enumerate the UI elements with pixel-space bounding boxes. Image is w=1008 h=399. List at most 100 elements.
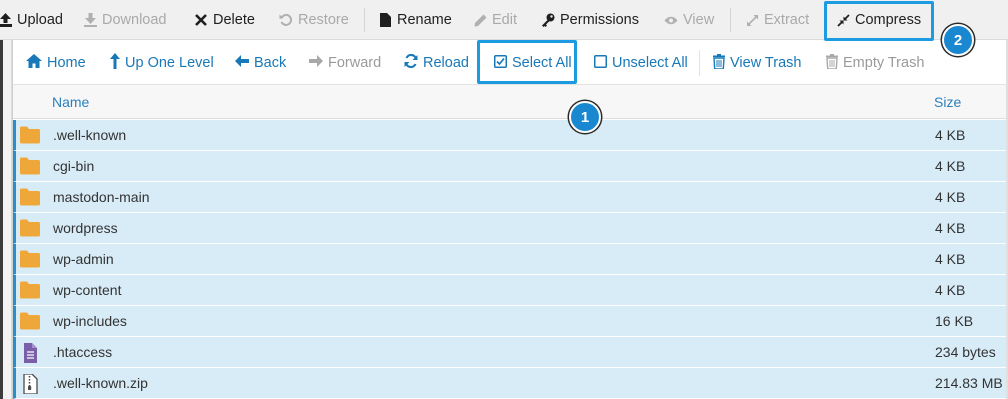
folder-icon xyxy=(19,188,41,206)
arrow-up-icon xyxy=(110,53,120,73)
delete-x-icon xyxy=(194,14,208,26)
restore-icon xyxy=(279,13,293,27)
arrow-left-icon xyxy=(235,55,249,71)
text-file-icon xyxy=(19,343,41,363)
view-label: View xyxy=(683,12,715,28)
nav-divider xyxy=(699,50,700,76)
table-row[interactable]: wordpress 4 KB xyxy=(13,213,1008,244)
file-name: .well-known.zip xyxy=(53,375,148,391)
toolbar-divider xyxy=(730,8,731,32)
table-row[interactable]: wp-admin 4 KB xyxy=(13,244,1008,275)
up-one-level-button[interactable]: Up One Level xyxy=(110,52,214,74)
file-name: wp-content xyxy=(53,282,122,298)
empty-trash-label: Empty Trash xyxy=(843,55,925,71)
view-trash-button[interactable]: View Trash xyxy=(713,52,801,74)
up-one-level-label: Up One Level xyxy=(125,55,214,71)
rename-label: Rename xyxy=(397,12,452,28)
permissions-button[interactable]: Permissions xyxy=(541,6,639,34)
table-row[interactable]: .well-known.zip 214.83 MB xyxy=(13,368,1008,399)
file-name: wp-includes xyxy=(53,313,127,329)
toolbar-divider xyxy=(364,8,365,32)
key-icon xyxy=(541,13,555,27)
home-button[interactable]: Home xyxy=(26,52,86,74)
table-row[interactable]: wp-content 4 KB xyxy=(13,275,1008,306)
file-size: 4 KB xyxy=(935,158,966,174)
upload-icon xyxy=(0,13,12,27)
step-badge-2: 2 xyxy=(942,24,974,56)
table-row[interactable]: .well-known 4 KB xyxy=(13,120,1008,151)
arrow-right-icon xyxy=(309,55,323,71)
file-table: Name Size .well-known 4 KB cgi-bin 4 KB … xyxy=(12,85,1008,399)
folder-icon xyxy=(19,126,41,144)
file-manager: Upload Download Delete Restore Rename Ed… xyxy=(0,0,1008,399)
file-name: wp-admin xyxy=(53,251,114,267)
folder-icon xyxy=(19,312,41,330)
file-size: 4 KB xyxy=(935,127,966,143)
reload-button[interactable]: Reload xyxy=(404,52,469,74)
restore-button[interactable]: Restore xyxy=(279,6,349,34)
home-label: Home xyxy=(47,55,86,71)
file-size: 4 KB xyxy=(935,282,966,298)
tree-panel-edge xyxy=(3,40,12,399)
unselect-all-label: Unselect All xyxy=(612,55,688,71)
empty-trash-button[interactable]: Empty Trash xyxy=(826,52,924,74)
table-row[interactable]: cgi-bin 4 KB xyxy=(13,151,1008,182)
zip-file-icon xyxy=(19,373,41,395)
folder-icon xyxy=(19,219,41,237)
download-label: Download xyxy=(102,12,167,28)
eye-icon xyxy=(664,15,678,26)
file-name: cgi-bin xyxy=(53,158,95,174)
rename-button[interactable]: Rename xyxy=(378,6,452,34)
back-button[interactable]: Back xyxy=(235,52,286,74)
trash-icon xyxy=(713,53,725,73)
file-name: .well-known xyxy=(53,127,127,143)
reload-label: Reload xyxy=(423,55,469,71)
table-row[interactable]: wp-includes 16 KB xyxy=(13,306,1008,337)
delete-label: Delete xyxy=(213,12,255,28)
folder-icon xyxy=(19,281,41,299)
download-button[interactable]: Download xyxy=(83,6,167,34)
table-row[interactable]: mastodon-main 4 KB xyxy=(13,182,1008,213)
file-size: 4 KB xyxy=(935,189,966,205)
extract-label: Extract xyxy=(764,12,810,28)
file-icon xyxy=(378,13,392,27)
edit-button[interactable]: Edit xyxy=(473,6,517,34)
table-header: Name Size xyxy=(13,85,1008,119)
home-icon xyxy=(26,54,42,72)
table-row[interactable]: .htaccess 234 bytes xyxy=(13,337,1008,368)
restore-label: Restore xyxy=(298,12,349,28)
file-name: mastodon-main xyxy=(53,189,150,205)
delete-button[interactable]: Delete xyxy=(194,6,255,34)
file-size: 4 KB xyxy=(935,251,966,267)
file-size: 214.83 MB xyxy=(935,375,1003,391)
forward-label: Forward xyxy=(328,55,382,71)
step-badge-1: 1 xyxy=(569,101,601,133)
select-all-highlight xyxy=(477,40,577,84)
expand-icon xyxy=(745,14,759,27)
column-header-size[interactable]: Size xyxy=(934,94,961,110)
back-label: Back xyxy=(254,55,287,71)
upload-button[interactable]: Upload xyxy=(0,6,63,34)
folder-icon xyxy=(19,250,41,268)
file-name: .htaccess xyxy=(53,344,113,360)
column-header-name[interactable]: Name xyxy=(52,94,89,110)
view-trash-label: View Trash xyxy=(730,55,802,71)
refresh-icon xyxy=(404,53,418,72)
upload-label: Upload xyxy=(17,12,63,28)
extract-button[interactable]: Extract xyxy=(745,6,809,34)
trash-icon xyxy=(826,53,838,73)
compress-highlight xyxy=(824,1,934,41)
forward-button[interactable]: Forward xyxy=(309,52,381,74)
pencil-icon xyxy=(473,14,487,27)
folder-icon xyxy=(19,157,41,175)
file-size: 234 bytes xyxy=(935,344,996,360)
file-name: wordpress xyxy=(53,220,118,236)
permissions-label: Permissions xyxy=(560,12,639,28)
unselect-all-button[interactable]: Unselect All xyxy=(594,52,688,74)
checkbox-empty-icon xyxy=(594,54,607,72)
view-button[interactable]: View xyxy=(664,6,714,34)
file-size: 4 KB xyxy=(935,220,966,236)
edit-label: Edit xyxy=(492,12,517,28)
file-size: 16 KB xyxy=(935,313,974,329)
download-icon xyxy=(83,13,97,27)
